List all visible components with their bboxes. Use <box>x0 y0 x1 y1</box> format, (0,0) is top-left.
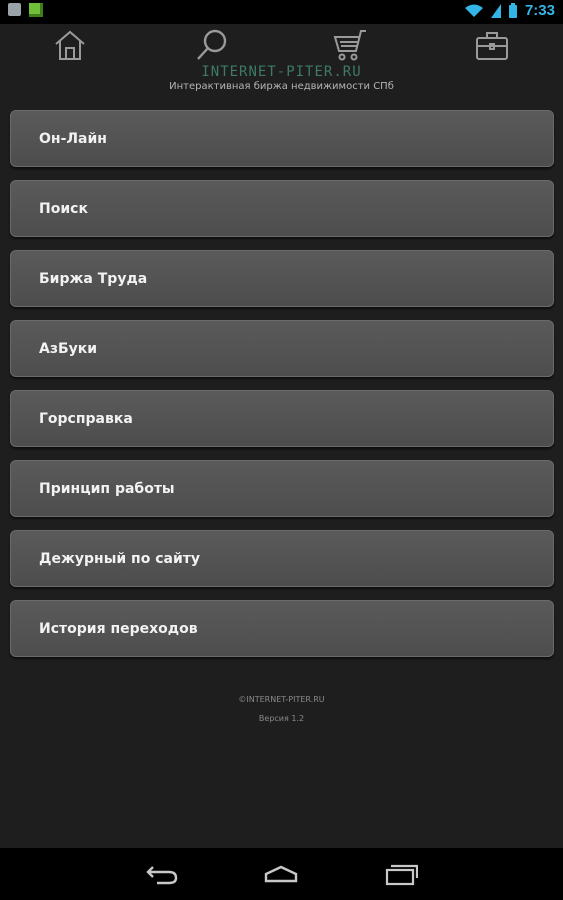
top-nav <box>0 24 563 66</box>
menu-item-site-duty[interactable]: Дежурный по сайту <box>10 530 554 587</box>
recent-apps-button[interactable] <box>376 858 426 890</box>
menu-item-history[interactable]: История переходов <box>10 600 554 657</box>
menu-item-city-info[interactable]: Горсправка <box>10 390 554 447</box>
wifi-icon <box>464 4 483 17</box>
menu-item-label: Дежурный по сайту <box>39 550 201 567</box>
nav-briefcase-button[interactable] <box>462 26 522 64</box>
system-nav-bar <box>0 848 563 900</box>
menu-item-azbuki[interactable]: АзБуки <box>10 320 554 377</box>
menu-item-label: Принцип работы <box>39 480 175 497</box>
status-bar: 7:33 <box>0 0 563 24</box>
menu-item-how-it-works[interactable]: Принцип работы <box>10 460 554 517</box>
home-icon <box>55 30 85 60</box>
menu-item-label: Он-Лайн <box>39 130 107 147</box>
cart-icon <box>333 30 366 61</box>
menu-item-label: История переходов <box>39 620 198 637</box>
back-button[interactable] <box>137 858 187 890</box>
home-system-button[interactable] <box>256 858 306 890</box>
notification-app-icon <box>8 3 21 16</box>
menu-item-label: Поиск <box>39 200 88 217</box>
menu-item-search[interactable]: Поиск <box>10 180 554 237</box>
footer: ©INTERNET-PITER.RU Версия 1.2 <box>0 695 563 733</box>
nav-search-button[interactable] <box>182 26 242 64</box>
recent-apps-icon <box>385 864 418 886</box>
nav-home-button[interactable] <box>40 26 100 64</box>
footer-copyright: ©INTERNET-PITER.RU <box>238 695 325 704</box>
notification-cube-icon <box>29 3 43 17</box>
site-name: INTERNET-PITER.RU <box>201 64 362 80</box>
main-menu: Он-Лайн Поиск Биржа Труда АзБуки Горспра… <box>10 110 554 670</box>
menu-item-label: АзБуки <box>39 340 98 357</box>
briefcase-icon <box>476 32 508 60</box>
status-clock: 7:33 <box>524 2 555 19</box>
menu-item-label: Биржа Труда <box>39 270 148 287</box>
footer-version: Версия 1.2 <box>258 714 305 723</box>
search-icon <box>197 29 227 60</box>
app-screen: 7:33 INTERNET-PITER.RU Интерактивная бир… <box>0 0 563 900</box>
signal-icon <box>490 3 501 18</box>
nav-cart-button[interactable] <box>320 26 380 64</box>
back-icon <box>146 866 178 885</box>
home-outline-icon <box>264 865 298 883</box>
menu-item-job-exchange[interactable]: Биржа Труда <box>10 250 554 307</box>
menu-item-label: Горсправка <box>39 410 133 427</box>
site-tagline: Интерактивная биржа недвижимости СПб <box>169 81 394 92</box>
header: INTERNET-PITER.RU Интерактивная биржа не… <box>0 64 563 92</box>
battery-icon <box>508 3 517 18</box>
menu-item-online[interactable]: Он-Лайн <box>10 110 554 167</box>
